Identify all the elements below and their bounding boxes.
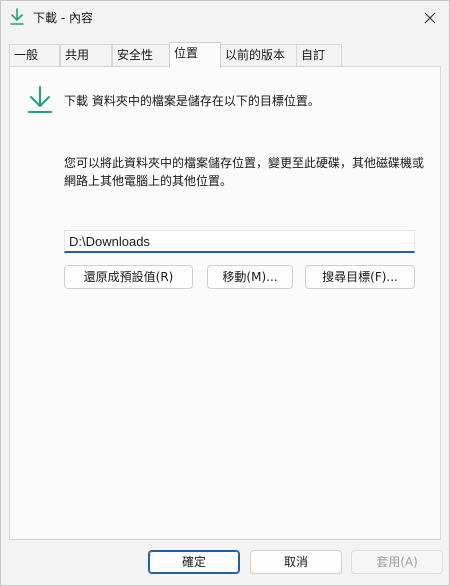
apply-button[interactable]: 套用(A): [351, 550, 443, 574]
download-icon: [10, 8, 24, 25]
ok-button[interactable]: 確定: [148, 550, 240, 574]
tab-label: 共用: [65, 48, 90, 62]
location-description: 您可以將此資料夾中的檔案儲存位置，變更至此硬碟，其他磁碟機或網路上其他電腦上的其…: [64, 156, 425, 188]
tab-label: 以前的版本: [225, 48, 286, 62]
tab-label: 安全性: [117, 48, 154, 62]
location-panel: [9, 66, 441, 540]
window-title: 下載 - 內容: [33, 11, 93, 25]
title-bar: 下載 - 內容: [1, 1, 449, 35]
move-button[interactable]: 移動(M)...: [207, 265, 293, 289]
find-target-button[interactable]: 搜尋目標(F)...: [305, 265, 415, 289]
properties-window: 下載 - 內容 一般 共用 安全性 位置 以前的版本 自訂 下載 資料夾中的檔案…: [0, 0, 450, 586]
tab-label: 一般: [14, 48, 39, 62]
tab-sharing[interactable]: 共用: [60, 44, 112, 67]
tab-general[interactable]: 一般: [9, 44, 60, 67]
tab-location[interactable]: 位置: [169, 42, 221, 68]
tab-previous-versions[interactable]: 以前的版本: [220, 44, 297, 67]
location-header: 下載 資料夾中的檔案是儲存在以下的目標位置。: [64, 94, 320, 108]
restore-default-button[interactable]: 還原成預設值(R): [64, 265, 193, 289]
close-icon: [424, 12, 436, 24]
download-folder-icon: [28, 86, 52, 113]
tab-label: 位置: [174, 46, 199, 60]
tab-label: 自訂: [301, 48, 326, 62]
cancel-button[interactable]: 取消: [250, 550, 342, 574]
tab-strip: 一般 共用 安全性 位置 以前的版本 自訂: [9, 42, 441, 68]
path-input[interactable]: [64, 230, 415, 253]
tab-security[interactable]: 安全性: [112, 44, 170, 67]
close-button[interactable]: [419, 7, 441, 29]
tab-customize[interactable]: 自訂: [296, 44, 342, 67]
